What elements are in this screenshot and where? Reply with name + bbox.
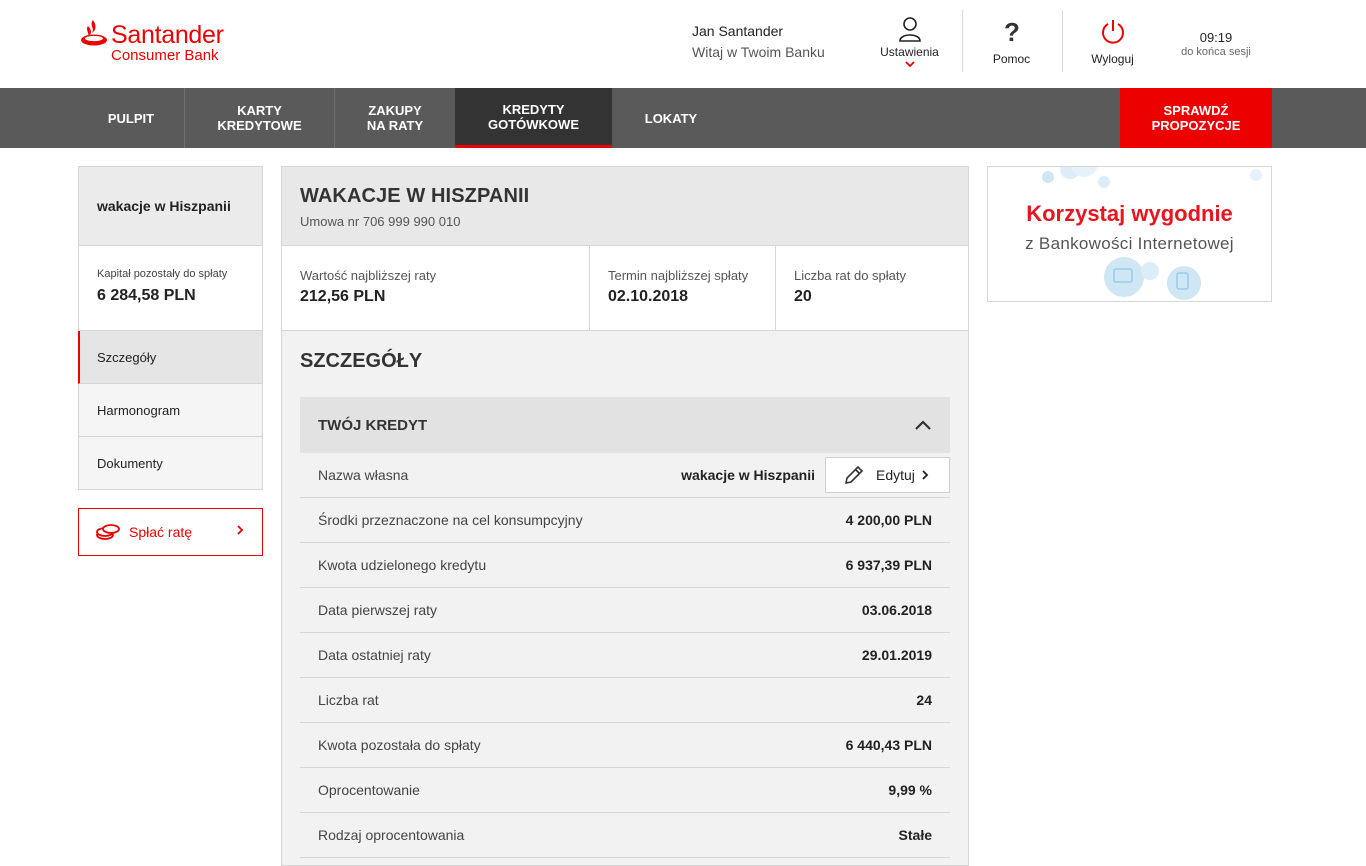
- sidebar: wakacje w Hiszpanii Kapitał pozostały do…: [78, 166, 263, 490]
- sidebar-title: wakacje w Hiszpanii: [78, 166, 263, 246]
- nav-item-pulpit[interactable]: PULPIT: [78, 88, 184, 148]
- nav-item-kredyty[interactable]: KREDYTY GOTÓWKOWE: [455, 88, 612, 148]
- session-timer: 09:19 do końca sesji: [1170, 31, 1262, 59]
- contract-number: Umowa nr 706 999 990 010: [300, 214, 461, 229]
- stat-next-installment: Wartość najbliższej raty 212,56 PLN: [282, 246, 589, 330]
- row-value: 9,99 %: [888, 782, 932, 798]
- flame-icon: [81, 20, 107, 46]
- row-label: Oprocentowanie: [318, 782, 420, 798]
- user-info: Jan Santander Witaj w Twoim Banku: [692, 22, 825, 61]
- table-row: Nazwa własna wakacje w Hiszpanii Edytuj: [300, 453, 950, 498]
- table-row: Oprocentowanie 9,99 %: [300, 768, 950, 813]
- sidebar-item-schedule[interactable]: Harmonogram: [78, 384, 263, 437]
- edit-button[interactable]: Edytuj: [825, 457, 950, 493]
- row-value: 6 440,43 PLN: [845, 737, 932, 753]
- row-label: Liczba rat: [318, 692, 379, 708]
- pay-installment-button[interactable]: Spłać ratę: [78, 508, 263, 556]
- help-label: Pomoc: [992, 52, 1031, 66]
- table-row: Rodzaj oprocentowania Stałe: [300, 813, 950, 858]
- brand-sub: Consumer Bank: [111, 47, 219, 64]
- table-row: Kwota udzielonego kredytu 6 937,39 PLN: [300, 543, 950, 588]
- row-label: Data ostatniej raty: [318, 647, 431, 663]
- session-label: do końca sesji: [1181, 46, 1251, 58]
- stat-label: Liczba rat do spłaty: [794, 268, 907, 283]
- edit-label: Edytuj: [876, 467, 915, 483]
- loan-title: WAKACJE W HISZPANII: [300, 185, 530, 207]
- row-value: 29.01.2019: [861, 647, 932, 663]
- capital-value: 6 284,58 PLN: [97, 287, 196, 304]
- stat-label: Termin najbliższej spłaty: [608, 268, 749, 283]
- stat-installments-left: Liczba rat do spłaty 20: [775, 246, 968, 330]
- help-button[interactable]: ? Pomoc: [962, 10, 1060, 72]
- section-title: SZCZEGÓŁY: [300, 350, 423, 372]
- loan-details-panel: WAKACJE W HISZPANII Umowa nr 706 999 990…: [281, 166, 969, 866]
- loan-header: WAKACJE W HISZPANII Umowa nr 706 999 990…: [282, 167, 968, 246]
- table-row: Liczba rat 24: [300, 678, 950, 723]
- santander-logo[interactable]: Santander Consumer Bank: [79, 18, 239, 68]
- power-icon: [1101, 20, 1124, 44]
- row-value: 6 937,39 PLN: [845, 557, 932, 573]
- main-nav: PULPIT KARTY KREDYTOWE ZAKUPY NA RATY KR…: [0, 88, 1366, 148]
- chevron-up-icon[interactable]: [914, 419, 932, 431]
- question-icon: ?: [1004, 18, 1020, 46]
- custom-name-wrap: wakacje w Hiszpanii Edytuj: [681, 457, 950, 493]
- logout-button[interactable]: Wyloguj: [1062, 10, 1162, 72]
- row-value: wakacje w Hiszpanii: [681, 467, 815, 483]
- table-row: Kwota pozostała do spłaty 6 440,43 PLN: [300, 723, 950, 768]
- stat-value: 20: [794, 288, 812, 305]
- header: Santander Consumer Bank Jan Santander Wi…: [0, 0, 1366, 88]
- logout-label: Wyloguj: [1091, 52, 1134, 66]
- row-label: Środki przeznaczone na cel konsumpcyjny: [318, 512, 583, 528]
- pay-installment-label: Spłać ratę: [129, 524, 193, 540]
- stat-value: 212,56 PLN: [300, 288, 386, 305]
- row-value: 24: [916, 692, 932, 708]
- table-row: Data pierwszej raty 03.06.2018: [300, 588, 950, 633]
- promo-title: Korzystaj wygodnie: [1026, 201, 1233, 226]
- chevron-down-icon: [904, 61, 915, 67]
- nav-item-zakupy[interactable]: ZAKUPY NA RATY: [334, 88, 455, 148]
- row-value: 03.06.2018: [861, 602, 932, 618]
- brand-name: Santander: [111, 21, 224, 49]
- promo-subtitle: z Bankowości Internetowej: [1025, 234, 1234, 253]
- nav-item-lokaty[interactable]: LOKATY: [612, 88, 730, 148]
- loan-stats: Wartość najbliższej raty 212,56 PLN Term…: [282, 246, 968, 331]
- table-row: Data ostatniej raty 29.01.2019: [300, 633, 950, 678]
- user-name: Jan Santander: [692, 23, 784, 39]
- svg-text:?: ?: [1004, 18, 1020, 46]
- stat-value: 02.10.2018: [608, 288, 689, 305]
- row-value: Stałe: [898, 827, 932, 843]
- nav-item-karty[interactable]: KARTY KREDYTOWE: [184, 88, 334, 148]
- sidebar-item-details[interactable]: Szczegóły: [78, 331, 263, 384]
- chevron-right-icon: [922, 470, 929, 480]
- accordion-title: TWÓJ KREDYT: [318, 416, 428, 434]
- row-value: 4 200,00 PLN: [845, 512, 932, 528]
- stat-label: Wartość najbliższej raty: [300, 268, 437, 283]
- capital-box: Kapitał pozostały do spłaty 6 284,58 PLN: [78, 246, 263, 331]
- stat-next-payment-date: Termin najbliższej spłaty 02.10.2018: [589, 246, 775, 330]
- check-offers-button[interactable]: SPRAWDŹ PROPOZYCJE: [1120, 88, 1272, 148]
- capital-label: Kapitał pozostały do spłaty: [97, 268, 228, 280]
- accordion-header[interactable]: TWÓJ KREDYT: [300, 397, 950, 453]
- row-label: Rodzaj oprocentowania: [318, 827, 465, 843]
- promo-banner[interactable]: Korzystaj wygodnie z Bankowości Internet…: [987, 166, 1272, 302]
- row-label: Nazwa własna: [318, 467, 409, 483]
- user-icon: [898, 17, 921, 42]
- row-label: Kwota pozostała do spłaty: [318, 737, 481, 753]
- session-time: 09:19: [1199, 30, 1233, 45]
- table-row: Środki przeznaczone na cel konsumpcyjny …: [300, 498, 950, 543]
- row-label: Data pierwszej raty: [318, 602, 438, 618]
- coins-icon: [96, 524, 120, 540]
- sidebar-item-documents[interactable]: Dokumenty: [78, 437, 263, 490]
- row-label: Kwota udzielonego kredytu: [318, 557, 487, 573]
- pencil-icon: [844, 465, 864, 485]
- settings-label: Ustawienia: [880, 45, 939, 59]
- chevron-right-icon: [237, 525, 244, 535]
- loan-details-list: Nazwa własna wakacje w Hiszpanii Edytuj …: [300, 453, 950, 858]
- user-welcome: Witaj w Twoim Banku: [692, 44, 825, 60]
- settings-button[interactable]: Ustawienia: [872, 10, 947, 72]
